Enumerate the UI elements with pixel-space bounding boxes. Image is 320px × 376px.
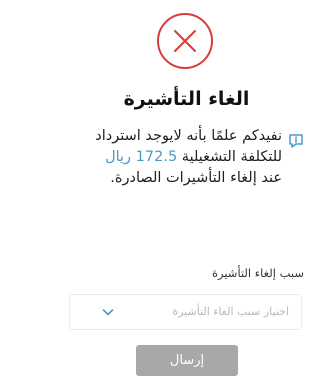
reason-placeholder: اختيار سبب الغاء التأشيرة <box>172 305 289 318</box>
notice-text-end: عند إلغاء التأشيرات الصادرة. <box>110 170 282 186</box>
chevron-down-icon[interactable] <box>102 307 114 317</box>
close-circle-icon <box>157 13 213 69</box>
info-icon <box>289 134 303 148</box>
cancel-visa-dialog: الغاء التأشيرة نفيدكم علمًا بأنه لايوجد … <box>53 0 320 376</box>
refund-notice: نفيدكم علمًا بأنه لايوجد استرداد للتكلفة… <box>82 126 282 189</box>
submit-button[interactable]: إرسال <box>136 345 238 376</box>
reason-label: سبب إلغاء التأشيرة <box>211 266 304 280</box>
fee-amount: 172.5 ريال <box>105 149 178 165</box>
reason-select[interactable]: اختيار سبب الغاء التأشيرة <box>69 294 302 330</box>
dialog-title: الغاء التأشيرة <box>123 88 250 110</box>
